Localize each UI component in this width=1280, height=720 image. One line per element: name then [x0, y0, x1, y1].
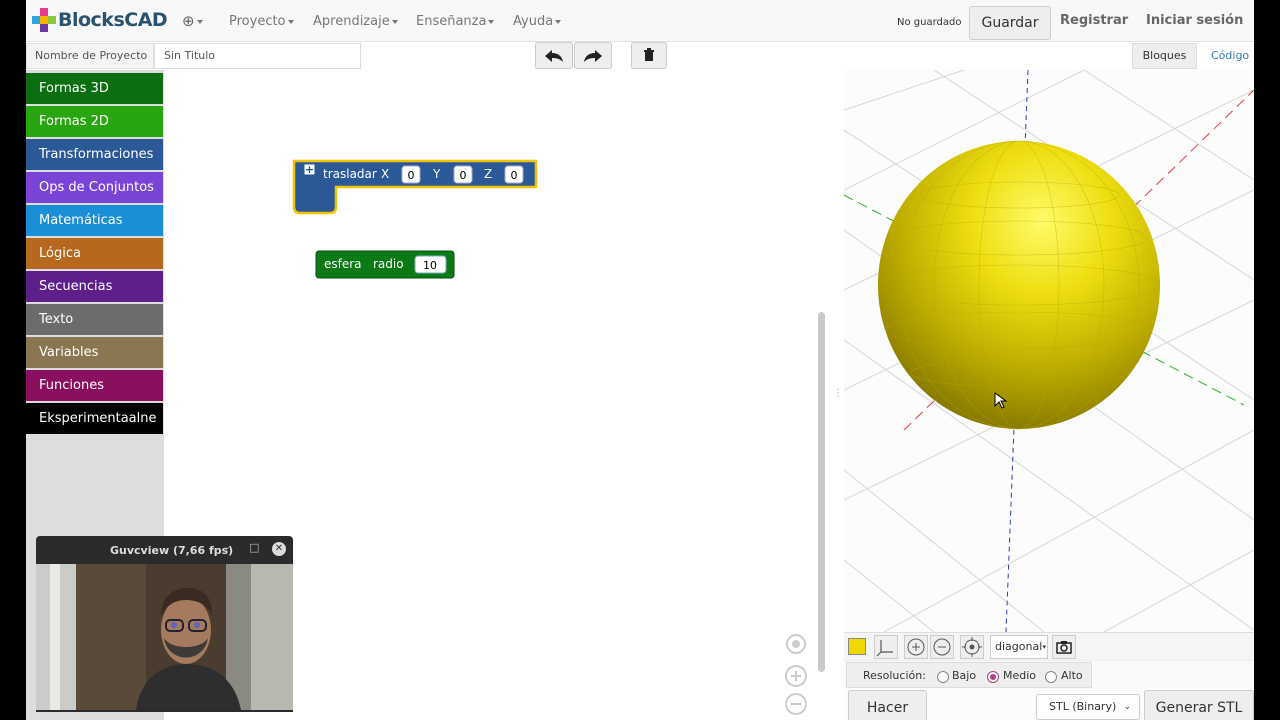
recenter-icon[interactable] — [784, 632, 808, 656]
resolution-alto-radio[interactable] — [1045, 671, 1057, 683]
translate-x-value: 0 — [408, 169, 415, 182]
view-angle-select[interactable]: diagonal ▾ — [990, 635, 1048, 659]
brand-name[interactable]: BlocksCAD — [58, 9, 168, 31]
translate-z-label: Z — [484, 167, 492, 181]
viewer-toolbar: diagonal ▾ — [844, 632, 1254, 660]
zoom-in-icon[interactable] — [784, 664, 808, 688]
undo-button[interactable] — [535, 42, 573, 69]
resolution-alto-label: Alto — [1061, 669, 1083, 682]
workspace-scrollbar[interactable] — [818, 312, 825, 672]
screen-border-right — [1254, 0, 1280, 720]
sphere-radius-value: 10 — [423, 259, 437, 272]
resolution-bar: Resolución: Bajo Medio Alto — [844, 660, 1254, 688]
maximize-icon[interactable]: □ — [249, 541, 259, 554]
translate-block[interactable]: + trasladar X 0 Y 0 Z 0 — [292, 159, 538, 215]
translate-title: trasladar — [323, 167, 377, 181]
mouse-cursor-icon — [994, 392, 1008, 409]
toolbox-category-eksperimentaalne[interactable]: Eksperimentaalne — [26, 403, 163, 434]
axes-toggle-icon[interactable] — [874, 635, 898, 659]
resolution-group: Resolución: Bajo Medio Alto — [846, 662, 1092, 688]
toolbox-category-lógica[interactable]: Lógica — [26, 238, 163, 269]
menu-aprendizaje[interactable]: Aprendizaje — [313, 14, 398, 29]
sphere-radius-label: radio — [373, 257, 404, 271]
menu-ayuda[interactable]: Ayuda — [513, 14, 562, 29]
reset-view-icon[interactable] — [960, 635, 984, 659]
save-button[interactable]: Guardar — [969, 6, 1051, 40]
resolution-medio-label: Medio — [1003, 669, 1037, 682]
camera-snapshot-icon[interactable] — [1052, 635, 1076, 659]
sphere-title: esfera — [324, 257, 362, 271]
blockscad-logo-icon[interactable] — [32, 8, 56, 32]
toolbox-category-matemáticas[interactable]: Matemáticas — [26, 205, 163, 236]
object-color-picker[interactable] — [848, 638, 866, 655]
zoom-out-view-icon[interactable] — [930, 635, 954, 659]
language-globe-icon[interactable]: ⊕ — [182, 12, 203, 30]
zoom-in-view-icon[interactable] — [904, 635, 928, 659]
resolution-bajo-radio[interactable] — [937, 671, 949, 683]
tab-blocks[interactable]: Bloques — [1132, 43, 1197, 69]
menu-proyecto[interactable]: Proyecto — [229, 14, 294, 29]
3d-viewer[interactable] — [843, 69, 1254, 720]
redo-button[interactable] — [574, 42, 612, 69]
translate-y-value: 0 — [460, 169, 467, 182]
toolbox-category-formas-2d[interactable]: Formas 2D — [26, 106, 163, 137]
webcam-window[interactable]: Guvcview (7,66 fps) – □ ✕ — [36, 536, 293, 712]
toolbox-category-transformaciones[interactable]: Transformaciones — [26, 139, 163, 170]
resolution-label: Resolución: — [863, 669, 926, 682]
webcam-video-feed — [36, 564, 293, 710]
translate-z-value: 0 — [511, 169, 518, 182]
toolbox-category-texto[interactable]: Texto — [26, 304, 163, 335]
project-name-input[interactable]: Sin Titulo — [154, 43, 361, 69]
screen-border-left — [0, 0, 26, 720]
render-button[interactable]: Hacer — [848, 690, 927, 720]
resolution-bajo-label: Bajo — [952, 669, 977, 682]
trash-icon — [644, 48, 654, 61]
mutator-plus-sign: + — [305, 163, 314, 176]
export-format-select[interactable]: STL (Binary) ⌄ — [1036, 694, 1140, 720]
zoom-out-icon[interactable] — [784, 692, 808, 716]
save-status: No guardado — [897, 17, 962, 28]
toolbox-category-ops-de-conjuntos[interactable]: Ops de Conjuntos — [26, 172, 163, 203]
register-link[interactable]: Registrar — [1060, 13, 1128, 28]
menu-ensenanza[interactable]: Enseñanza — [416, 14, 495, 29]
close-icon[interactable]: ✕ — [272, 542, 286, 556]
translate-y-label: Y — [432, 167, 441, 181]
webcam-window-title: Guvcview (7,66 fps) — [110, 544, 234, 557]
delete-button[interactable] — [631, 42, 667, 69]
redo-icon — [584, 50, 602, 62]
3d-scene — [843, 69, 1254, 633]
navbar: BlocksCAD ⊕ Proyecto Aprendizaje Enseñan… — [26, 0, 1254, 42]
chevron-down-icon: ⌄ — [1123, 702, 1131, 712]
minimize-icon[interactable]: – — [224, 541, 230, 554]
sphere-block[interactable]: esfera radio 10 — [315, 250, 455, 279]
tab-code[interactable]: Código — [1211, 49, 1249, 62]
toolbox-category-funciones[interactable]: Funciones — [26, 370, 163, 401]
toolbox-category-variables[interactable]: Variables — [26, 337, 163, 368]
sphere-model — [878, 141, 1160, 429]
undo-icon — [545, 50, 563, 62]
translate-x-label: X — [381, 167, 389, 181]
login-link[interactable]: Iniciar sesión — [1146, 13, 1243, 28]
toolbox-category-secuencias[interactable]: Secuencias — [26, 271, 163, 302]
panel-resize-handle[interactable]: ⋮ — [833, 388, 843, 399]
generate-stl-button[interactable]: Generar STL — [1144, 690, 1254, 720]
select-arrow-icon: ▾ — [1042, 643, 1046, 651]
toolbox-category-formas-3d[interactable]: Formas 3D — [26, 73, 163, 104]
project-name-label: Nombre de Proyecto — [26, 43, 154, 69]
resolution-medio-radio[interactable] — [987, 671, 999, 683]
